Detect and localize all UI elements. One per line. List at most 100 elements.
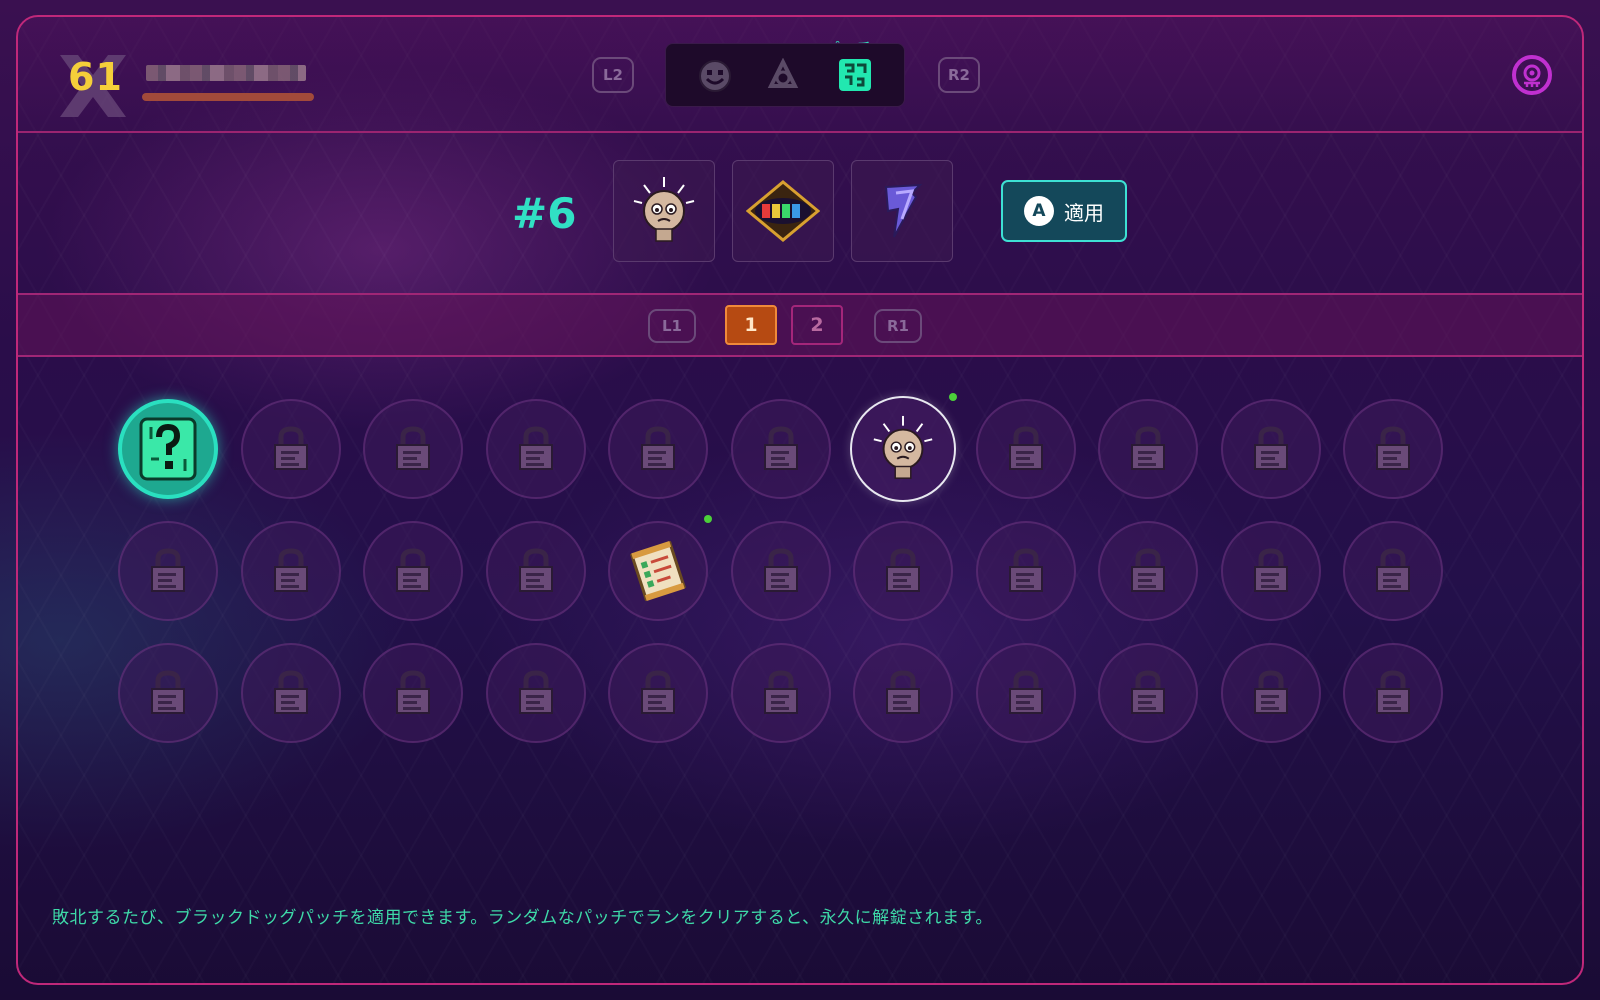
a-button-icon: A bbox=[1024, 196, 1054, 226]
gods-emblem-icon bbox=[746, 180, 820, 242]
category-tabs bbox=[665, 43, 905, 107]
lock-icon bbox=[886, 670, 920, 714]
r2-button[interactable]: R2 bbox=[938, 57, 980, 93]
lock-icon bbox=[1376, 548, 1410, 592]
xp-bar bbox=[142, 93, 314, 101]
tab-triquetra[interactable] bbox=[764, 57, 802, 95]
lock-icon bbox=[273, 670, 308, 714]
apply-button[interactable]: A 適用 bbox=[1001, 180, 1127, 242]
lock-icon bbox=[1131, 426, 1165, 470]
patch-cell-locked[interactable] bbox=[1098, 521, 1198, 621]
page-2-button[interactable]: 2 bbox=[791, 305, 843, 345]
r1-button[interactable]: R1 bbox=[874, 309, 922, 343]
lock-icon bbox=[1253, 670, 1288, 714]
patch-cell-locked[interactable] bbox=[1220, 399, 1321, 499]
lock-icon bbox=[1008, 548, 1043, 592]
hint-text: 敗北するたび、ブラックドッグパッチを適用できます。ランダムなパッチでランをクリア… bbox=[52, 908, 993, 928]
patch-cell-locked[interactable] bbox=[363, 521, 463, 621]
patch-cell-locked[interactable] bbox=[975, 643, 1076, 743]
patch-cell-locked[interactable] bbox=[853, 521, 953, 621]
lock-icon bbox=[1376, 426, 1410, 470]
patch-cell-crying-head[interactable] bbox=[850, 396, 956, 502]
patch-cell-locked[interactable] bbox=[363, 643, 463, 743]
lock-icon bbox=[1008, 670, 1043, 714]
new-indicator-dot bbox=[949, 393, 957, 401]
patch-cell-scroll[interactable] bbox=[608, 521, 708, 621]
lock-icon bbox=[1376, 670, 1410, 714]
lock-icon bbox=[763, 548, 798, 592]
patch-cell-locked[interactable] bbox=[730, 643, 831, 743]
skull-eye-icon bbox=[1512, 55, 1552, 95]
scroll-icon bbox=[629, 541, 687, 601]
page-1-button[interactable]: 1 bbox=[725, 305, 777, 345]
lock-icon bbox=[151, 670, 185, 714]
patch-cell-locked[interactable] bbox=[730, 399, 831, 499]
lock-icon bbox=[273, 426, 308, 470]
patch-cell-locked[interactable] bbox=[240, 399, 341, 499]
lock-icon bbox=[396, 426, 430, 470]
crying-head-icon bbox=[633, 177, 695, 242]
lock-icon bbox=[886, 548, 920, 592]
lock-icon bbox=[396, 548, 430, 592]
pagination-bar: L1 1 2 R1 bbox=[18, 293, 1582, 357]
lock-icon bbox=[641, 426, 675, 470]
loadout-slot-number: #6 bbox=[512, 189, 577, 238]
patch-cell-locked[interactable] bbox=[1098, 643, 1198, 743]
patch-cell-locked[interactable] bbox=[118, 643, 218, 743]
patch-cell-locked[interactable] bbox=[608, 643, 708, 743]
crying-head-icon bbox=[873, 415, 933, 479]
patch-cell-locked[interactable] bbox=[1343, 643, 1443, 743]
lock-icon bbox=[518, 670, 553, 714]
patch-cell-locked[interactable] bbox=[485, 643, 586, 743]
tab-smiley[interactable] bbox=[696, 57, 734, 95]
patch-icon bbox=[839, 59, 871, 91]
lock-icon bbox=[763, 426, 798, 470]
options-button[interactable] bbox=[1510, 53, 1554, 97]
triquetra-icon bbox=[767, 58, 799, 88]
top-bar: 61 L2 パッチ bbox=[18, 17, 1582, 133]
patch-cell-locked[interactable] bbox=[1220, 521, 1321, 621]
loadout-slot-2[interactable] bbox=[732, 160, 834, 262]
lock-icon bbox=[396, 670, 430, 714]
patch-cell-locked[interactable] bbox=[118, 521, 218, 621]
game-screen: 61 L2 パッチ bbox=[0, 0, 1600, 1000]
player-name-redacted bbox=[146, 65, 306, 81]
patch-cell-locked[interactable] bbox=[975, 521, 1076, 621]
player-level: 61 bbox=[68, 55, 123, 99]
patch-cell-locked[interactable] bbox=[1220, 643, 1321, 743]
tab-patch[interactable] bbox=[834, 54, 876, 96]
patch-cell-locked[interactable] bbox=[1343, 399, 1443, 499]
l1-button[interactable]: L1 bbox=[648, 309, 696, 343]
patch-cell-locked[interactable] bbox=[485, 399, 586, 499]
lock-icon bbox=[763, 670, 798, 714]
lock-icon bbox=[518, 426, 553, 470]
apply-label: 適用 bbox=[1064, 200, 1104, 225]
loadout-slot-3[interactable] bbox=[851, 160, 953, 262]
patch-cell-locked[interactable] bbox=[975, 399, 1076, 499]
new-indicator-dot bbox=[704, 515, 712, 523]
question-patch-icon bbox=[139, 417, 197, 481]
lock-icon bbox=[1131, 670, 1165, 714]
smiley-face-icon bbox=[699, 60, 731, 92]
patch-cell-locked[interactable] bbox=[853, 643, 953, 743]
patch-cell-locked[interactable] bbox=[485, 521, 586, 621]
lock-icon bbox=[1008, 426, 1043, 470]
patch-cell-locked[interactable] bbox=[730, 521, 831, 621]
patch-panel: 61 L2 パッチ bbox=[16, 15, 1584, 985]
patch-grid bbox=[118, 393, 1458, 759]
l2-button[interactable]: L2 bbox=[592, 57, 634, 93]
loadout-slot-1[interactable] bbox=[613, 160, 715, 262]
patch-cell-locked[interactable] bbox=[363, 399, 463, 499]
patch-cell-locked[interactable] bbox=[240, 521, 341, 621]
patch-cell-mystery[interactable] bbox=[118, 399, 218, 499]
lightning-blade-icon bbox=[884, 183, 923, 238]
patch-cell-locked[interactable] bbox=[1343, 521, 1443, 621]
lock-icon bbox=[151, 548, 185, 592]
lock-icon bbox=[1253, 426, 1288, 470]
patch-cell-locked[interactable] bbox=[1098, 399, 1198, 499]
lock-icon bbox=[1131, 548, 1165, 592]
patch-cell-locked[interactable] bbox=[608, 399, 708, 499]
patch-cell-locked[interactable] bbox=[240, 643, 341, 743]
lock-icon bbox=[273, 548, 308, 592]
level-badge: 61 bbox=[54, 47, 132, 125]
